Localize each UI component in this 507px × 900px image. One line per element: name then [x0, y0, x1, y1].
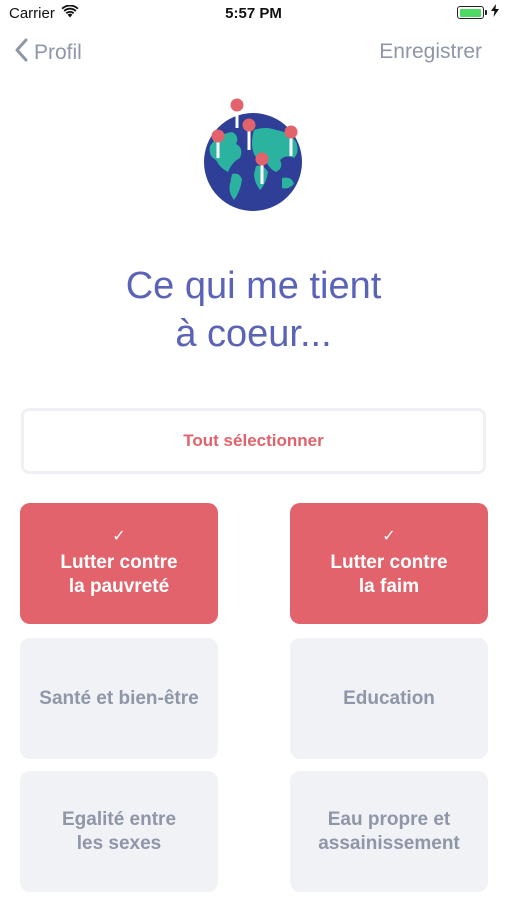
- cause-card-clean-water[interactable]: Eau propre et assainissement: [290, 771, 488, 892]
- save-button[interactable]: Enregistrer: [379, 40, 482, 64]
- cause-label: Eau propre et assainissement: [318, 808, 460, 854]
- battery-level: [459, 8, 481, 17]
- chevron-left-icon: [14, 38, 28, 68]
- battery-icon: [457, 6, 487, 19]
- page-title: Ce qui me tient à coeur...: [0, 262, 507, 358]
- checkmark-icon: ✓: [112, 527, 126, 545]
- cause-label: Santé et bien-être: [39, 687, 199, 709]
- status-right: [457, 4, 499, 21]
- cause-label: Lutter contre la faim: [330, 551, 448, 597]
- bolt-icon: [491, 4, 499, 21]
- back-button[interactable]: Profil: [14, 38, 82, 68]
- cause-card-poverty[interactable]: ✓ Lutter contre la pauvreté: [20, 503, 218, 624]
- cause-label: Egalité entre les sexes: [61, 808, 177, 854]
- status-time: 5:57 PM: [225, 5, 282, 22]
- cause-card-education[interactable]: Education: [290, 638, 488, 759]
- cause-card-health[interactable]: Santé et bien-être: [20, 638, 218, 759]
- cause-card-hunger[interactable]: ✓ Lutter contre la faim: [290, 503, 488, 624]
- back-label: Profil: [34, 41, 82, 64]
- cause-card-gender-equality[interactable]: Egalité entre les sexes: [20, 771, 218, 892]
- checkmark-icon: ✓: [382, 527, 396, 545]
- cause-label: Education: [343, 687, 435, 709]
- select-all-button[interactable]: Tout sélectionner: [21, 408, 486, 474]
- status-bar: Carrier 5:57 PM: [0, 0, 507, 28]
- globe-with-pins-icon: [196, 96, 312, 214]
- cause-label: Lutter contre la pauvreté: [60, 551, 178, 597]
- screen: Carrier 5:57 PM Profil Enregistrer Ce qu…: [0, 0, 507, 900]
- page-title-line2: à coeur...: [175, 313, 332, 355]
- page-title-line1: Ce qui me tient: [125, 265, 382, 307]
